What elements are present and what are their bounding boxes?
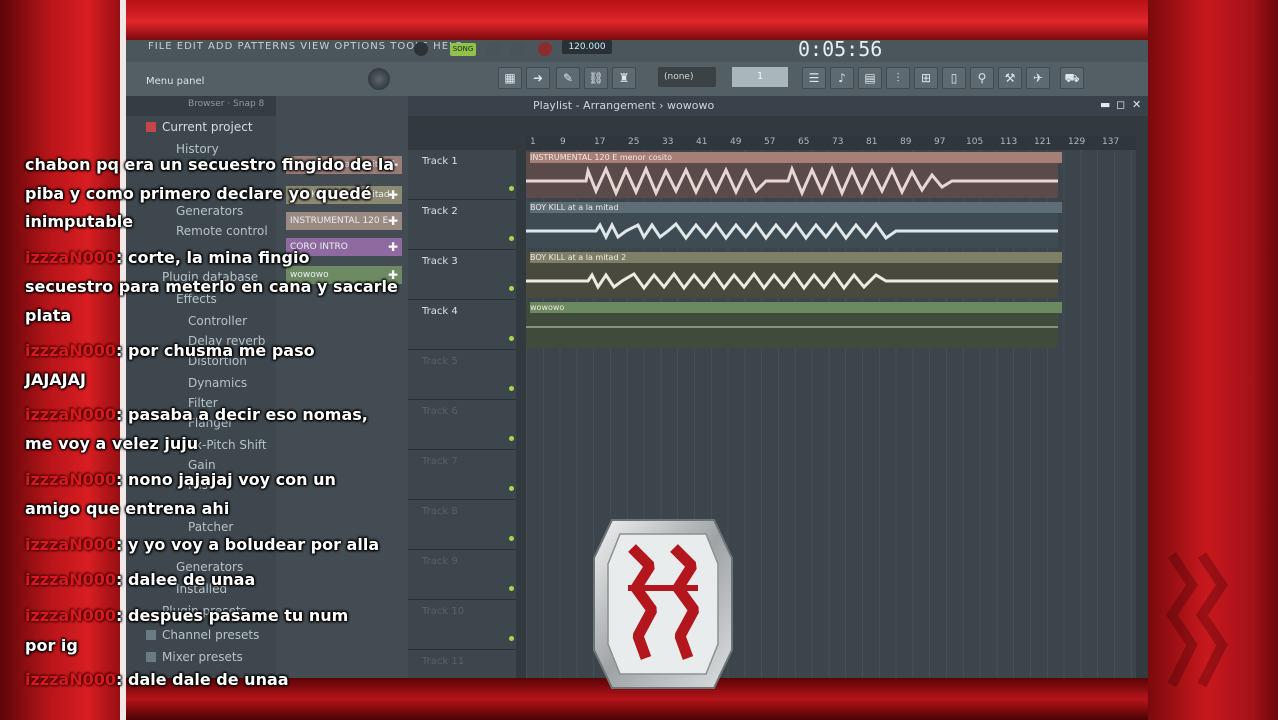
track-led[interactable] [509,186,514,191]
track-header-2[interactable]: Track 2 [408,200,516,250]
waveform [526,326,1058,328]
browser-icon[interactable]: ⊞ [914,67,938,89]
stop-icon[interactable] [510,42,524,56]
file-icon[interactable]: ▯ [942,67,966,89]
clip-boy-kill-1[interactable]: BOY KILL at a la mitad [526,202,1062,248]
minimize-icon[interactable]: ▬ [1100,98,1110,111]
track-header-6[interactable]: Track 6 [408,400,516,450]
frame-top [126,0,1148,40]
tempo-display[interactable]: 120.000 [562,40,612,54]
chat-line: izzzaN000: y yo voy a boludear por alla [25,535,380,554]
master-volume-icon[interactable] [414,42,428,56]
chat-line: izzzaN000: despues pasame tu num [25,606,349,625]
chat-line: chabon pq era un secuestro fingido de la [25,155,395,174]
folder-icon [146,122,156,132]
chat-line: inimputable [25,212,134,231]
clip-boy-kill-2[interactable]: BOY KILL at a la mitad 2 [526,252,1062,298]
track-header-5[interactable]: Track 5 [408,350,516,400]
track-led[interactable] [509,536,514,541]
chat-line: me voy a velez juju [25,434,199,453]
hint-panel: Menu panel [146,76,205,87]
browser-item-dynamics[interactable]: Dynamics [188,376,247,390]
chat-line: piba y como primero declare yo quedé [25,184,372,203]
add-icon[interactable]: ✚ [388,238,398,256]
pattern-select[interactable]: (none) [658,67,716,87]
toolbar: Menu panel ▦ ➜ ✎ ⛓ ♜ (none) 1 ☰ ♪ ▤ ⫶ ⊞ … [126,62,1148,96]
browser-item-mixer-presets[interactable]: Mixer presets [146,650,243,664]
timeline-ruler[interactable]: 1 9 17 25 33 41 49 57 65 73 81 89 97 105… [526,136,1136,150]
browser-item-fx-pitch-shift[interactable]: Fx-Pitch Shift [188,438,267,452]
chat-line: izzzaN000: dale dale de unaa [25,670,289,689]
track-header-9[interactable]: Track 9 [408,550,516,600]
track-header-8[interactable]: Track 8 [408,500,516,550]
chat-line: por ig [25,636,78,655]
menu-bar: FILE EDIT ADD PATTERNS VIEW OPTIONS TOOL… [126,37,1148,62]
chat-line: plata [25,306,72,325]
channel-rack-icon[interactable]: ▤ [858,67,882,89]
browser-header: Browser · Snap 8 [126,96,276,116]
channel-3[interactable]: INSTRUMENTAL 120 E ✚ [286,212,402,230]
clip-instrumental[interactable]: INSTRUMENTAL 120 E menor cosito [526,152,1062,198]
song-mode-button[interactable]: SONG [450,43,476,56]
track-led[interactable] [509,286,514,291]
playlist-titlebar: Playlist - Arrangement › wowowo ▬ ◻ ✕ [408,96,1148,116]
track-led[interactable] [509,636,514,641]
plugin-icon[interactable]: ⚲ [970,67,994,89]
track-header-10[interactable]: Track 10 [408,600,516,650]
channel-logo [593,519,733,689]
mixer-icon[interactable]: ⫶ [886,67,910,89]
browser-item-controller[interactable]: Controller [188,314,247,328]
browser-item-remote-control[interactable]: Remote control [176,224,268,238]
arrow-icon[interactable]: ➜ [526,67,550,89]
track-led[interactable] [509,436,514,441]
master-knob[interactable] [368,68,390,90]
chat-line: izzzaN000: por chusma me paso [25,341,315,360]
brush-icon[interactable]: ✎ [556,67,580,89]
record-icon[interactable] [538,42,552,56]
preset-icon [146,652,156,662]
time-display: 0:05:56 [798,37,883,61]
waveform [526,221,1058,241]
chat-line: JAJAJAJ [25,370,86,389]
playlist-window: Playlist - Arrangement › wowowo ▬ ◻ ✕ 1 … [408,96,1148,700]
stamp-icon[interactable]: ♜ [612,67,636,89]
play-icon[interactable] [486,42,500,56]
track-header-4[interactable]: Track 4 [408,300,516,350]
browser-item-channel-presets[interactable]: Channel presets [146,628,259,642]
track-header-3[interactable]: Track 3 [408,250,516,300]
waveform [526,271,1058,291]
chat-line: izzzaN000: nono jajajaj voy con un [25,470,336,489]
send-icon[interactable]: ✈ [1026,67,1050,89]
add-icon[interactable]: ✚ [388,186,398,204]
chat-line: amigo que entrena ahi [25,499,230,518]
track-led[interactable] [509,236,514,241]
track-led[interactable] [509,486,514,491]
preset-icon [146,630,156,640]
playlist-icon[interactable]: ☰ [802,67,826,89]
chat-line: secuestro para meterlo en cana y sacarle [25,277,398,296]
add-icon[interactable]: ✚ [388,212,398,230]
piano-roll-icon[interactable]: ♪ [830,67,854,89]
track-led[interactable] [509,586,514,591]
chat-line: izzzaN000: corte, la mina fingio [25,248,310,267]
cart-icon[interactable]: ⛟ [1060,67,1084,89]
link-icon[interactable]: ⛓ [584,67,608,89]
tools-icon[interactable]: ⚒ [998,67,1022,89]
stream-screen: FILE EDIT ADD PATTERNS VIEW OPTIONS TOOL… [0,0,1278,720]
browser-item-current-project[interactable]: Current project [146,120,253,134]
pattern-number-field[interactable]: 1 [732,67,788,87]
waveform [526,165,1058,197]
chat-line: izzzaN000: dalee de unaa [25,570,256,589]
watermark-logo [1165,552,1229,688]
chat-line: izzzaN000: pasaba a decir eso nomas, [25,405,368,424]
close-icon[interactable]: ✕ [1132,98,1141,111]
track-led[interactable] [509,386,514,391]
pattern-icon[interactable]: ▦ [498,67,522,89]
clip-wowowo[interactable]: wowowo [526,302,1062,348]
track-header-1[interactable]: Track 1 [408,150,516,200]
track-header-7[interactable]: Track 7 [408,450,516,500]
maximize-icon[interactable]: ◻ [1116,98,1125,111]
playlist-title: Playlist - Arrangement › wowowo [533,99,715,112]
track-led[interactable] [509,336,514,341]
